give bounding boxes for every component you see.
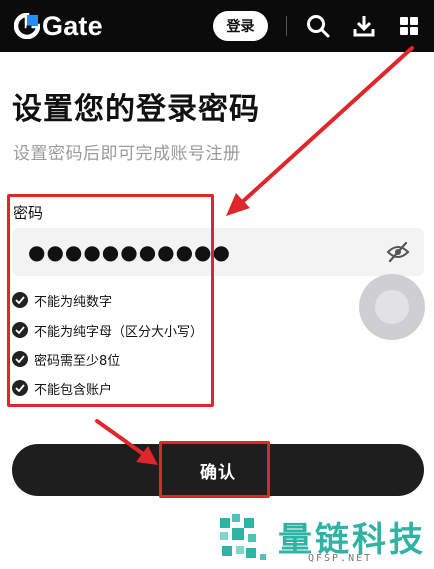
header-divider <box>286 16 287 36</box>
page-subtitle: 设置密码后即可完成账号注册 <box>13 144 241 164</box>
search-icon[interactable] <box>305 13 331 39</box>
top-nav-bar: Gate 登录 <box>0 0 434 52</box>
gate-logo[interactable]: Gate <box>13 8 103 44</box>
page-title: 设置您的登录密码 <box>12 92 260 127</box>
floating-assistive-button[interactable] <box>359 274 425 340</box>
annotation-arrow-top <box>226 46 414 216</box>
logo-text: Gate <box>42 10 103 41</box>
eye-off-icon[interactable] <box>386 241 410 263</box>
watermark-logo-icon <box>220 514 266 560</box>
watermark: 量链科技 QFSP.NET <box>214 506 434 569</box>
annotation-box-password <box>7 194 214 407</box>
annotation-box-confirm <box>159 441 270 498</box>
gate-logo-icon <box>13 12 41 40</box>
login-button[interactable]: 登录 <box>213 11 268 41</box>
grid-menu-icon[interactable] <box>396 13 422 39</box>
download-icon[interactable] <box>351 13 377 39</box>
watermark-subtext: QFSP.NET <box>308 553 373 564</box>
floating-button-core <box>375 290 409 324</box>
